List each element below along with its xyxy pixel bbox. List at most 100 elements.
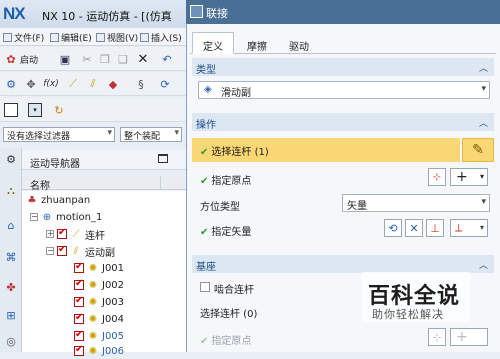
mesh-link-label: 啮合连杆	[214, 285, 254, 296]
tree-item-label: J005	[102, 330, 125, 342]
point-dialog-button[interactable]: ⊹	[428, 168, 446, 186]
chevron-down-icon: ▾	[479, 172, 484, 181]
start-button[interactable]: 启动	[20, 53, 38, 66]
tab-definition[interactable]: 定义	[192, 32, 234, 54]
select-box-icon[interactable]	[4, 103, 18, 117]
reverse-direction-button[interactable]: ⟲	[384, 219, 402, 237]
operation-group-header[interactable]: 操作 ︿	[192, 113, 494, 131]
assembly-scope-dropdown[interactable]: 整个装配	[120, 127, 182, 142]
dialog-title-bar[interactable]	[186, 0, 500, 24]
operation-group-title: 操作	[196, 120, 216, 131]
copy-icon[interactable]: ❐	[98, 52, 112, 66]
vector-type-dropdown[interactable]: ⟂ ▾	[450, 219, 488, 237]
inferred-vector-button[interactable]: ⊥	[426, 219, 444, 237]
visibility-checkbox[interactable]	[74, 278, 84, 290]
tree-item-joint[interactable]: ✺ J002	[74, 277, 124, 293]
select-link-row[interactable]: ✔ 选择连杆 (1)	[192, 138, 460, 162]
start-icon[interactable]: ✿	[4, 52, 18, 66]
driver-icon[interactable]: ⟳	[158, 77, 172, 91]
specify-origin-label: ✔ 指定原点	[200, 176, 252, 187]
maximize-icon[interactable]	[158, 154, 168, 163]
rotate-icon[interactable]: ↻	[52, 103, 66, 117]
visibility-checkbox[interactable]	[57, 227, 67, 239]
joint-icon: ✺	[88, 279, 98, 291]
tree-item-joint[interactable]: ✺ J003	[74, 294, 124, 310]
menu-edit[interactable]: 编辑(E)	[50, 31, 92, 44]
edit-icon	[50, 33, 59, 42]
menu-insert[interactable]: 插入(S)	[140, 31, 182, 44]
tree-item-label: J001	[102, 262, 125, 274]
history-icon[interactable]: ⊞	[4, 308, 18, 322]
function-icon[interactable]: f(x)	[43, 77, 59, 91]
mesh-link-checkbox[interactable]	[200, 282, 210, 292]
dialog-tabs: 定义 摩擦 驱动	[190, 32, 496, 54]
visibility-checkbox[interactable]	[74, 295, 84, 307]
chevron-down-icon: ▾	[481, 197, 486, 207]
tree-item-joint[interactable]: ✺ J005	[74, 328, 124, 344]
link-icon[interactable]: ⟋	[66, 77, 80, 91]
part-nav-icon[interactable]: ⌂	[4, 218, 18, 232]
triad-icon: ⟂	[455, 221, 463, 234]
reuse-library-icon[interactable]: ⌘	[4, 250, 18, 264]
motion-settings-icon[interactable]: ⚙	[4, 77, 18, 91]
base-group-header[interactable]: 基座 ︿	[192, 255, 494, 273]
visibility-checkbox[interactable]	[74, 344, 84, 356]
type-group-header[interactable]: 类型 ︿	[192, 58, 494, 76]
plus-icon: +	[456, 329, 468, 345]
cut-icon[interactable]: ✂	[80, 52, 94, 66]
vector-dialog-button[interactable]: ✕	[405, 219, 423, 237]
tree-item-motion[interactable]: − ⊕ motion_1	[30, 209, 102, 225]
chevron-down-icon: ▾	[479, 223, 484, 232]
joint-icon: ✺	[88, 313, 98, 325]
tree-item-label: zhuanpan	[41, 194, 91, 206]
nx-logo: NX	[3, 4, 26, 23]
menu-file[interactable]: 文件(F)	[3, 31, 44, 44]
move-icon[interactable]: ✥	[24, 77, 38, 91]
tab-friction[interactable]: 摩擦	[236, 32, 278, 54]
tree-item-root[interactable]: ♣ zhuanpan	[26, 192, 91, 208]
visibility-checkbox[interactable]	[57, 244, 67, 256]
collapse-icon[interactable]: −	[46, 247, 54, 255]
tree-item-links[interactable]: + ⟋ 连杆	[46, 226, 105, 242]
gear-icon[interactable]: ⚙	[4, 152, 18, 166]
toolbar-motion: ⚙ ✥ f(x) ⟋ ⫽ ◆ § ⟳	[0, 72, 186, 96]
marker-icon[interactable]: ◆	[106, 77, 120, 91]
point-type-dropdown[interactable]: + ▾	[450, 168, 488, 186]
assembly-nav-icon[interactable]: ⛬	[4, 184, 18, 198]
visibility-checkbox[interactable]	[74, 312, 84, 324]
point-icon: ⊹	[432, 171, 442, 183]
menu-file-label: 文件(F)	[14, 34, 45, 44]
menu-view[interactable]: 视图(V)	[96, 31, 138, 44]
toolbar-selection: ▾ ↻	[0, 98, 186, 122]
select-link-button[interactable]: ✎	[462, 138, 494, 162]
web-browser-icon[interactable]: ◎	[4, 334, 18, 348]
window-icon[interactable]: ▾	[28, 103, 42, 117]
delete-icon[interactable]: ✕	[136, 52, 150, 67]
selection-filter-dropdown[interactable]: 没有选择过滤器	[3, 127, 115, 142]
tree-item-joint[interactable]: ✺ J004	[74, 311, 124, 327]
base-point-type-dropdown[interactable]: +	[450, 328, 488, 346]
joint-type-dropdown[interactable]: ◈ 滑动副 ▾	[198, 81, 490, 99]
joint-icon[interactable]: ⫽	[86, 77, 100, 91]
tree-item-joint[interactable]: ✺ J006	[74, 343, 124, 359]
undo-icon[interactable]: ↶	[160, 52, 174, 66]
axis-icon: ⊥	[430, 221, 440, 235]
orientation-type-dropdown[interactable]: 矢量 ▾	[342, 194, 490, 212]
slider-joint-icon: ◈	[204, 84, 212, 95]
paste-icon[interactable]: ❏	[116, 52, 130, 66]
visibility-checkbox[interactable]	[74, 261, 84, 273]
navigator-title: 运动导航器	[30, 159, 80, 170]
expand-icon[interactable]: +	[46, 230, 54, 238]
visibility-checkbox[interactable]	[74, 329, 84, 341]
base-point-dialog-button[interactable]: ⊹	[428, 328, 446, 346]
tab-driver[interactable]: 驱动	[278, 32, 320, 54]
motion-nav-icon[interactable]: ✤	[4, 280, 18, 294]
collapse-icon[interactable]: −	[30, 213, 38, 221]
tree-item-joint[interactable]: ✺ J001	[74, 260, 124, 276]
tree-item-joints[interactable]: − ⫽ 运动副	[46, 243, 115, 259]
column-name[interactable]: 名称	[30, 177, 50, 192]
joint-icon: ✺	[88, 296, 98, 308]
save-icon[interactable]: ▣	[58, 52, 72, 66]
dialog-title: 联接	[206, 7, 228, 20]
spring-icon[interactable]: §	[134, 77, 148, 91]
